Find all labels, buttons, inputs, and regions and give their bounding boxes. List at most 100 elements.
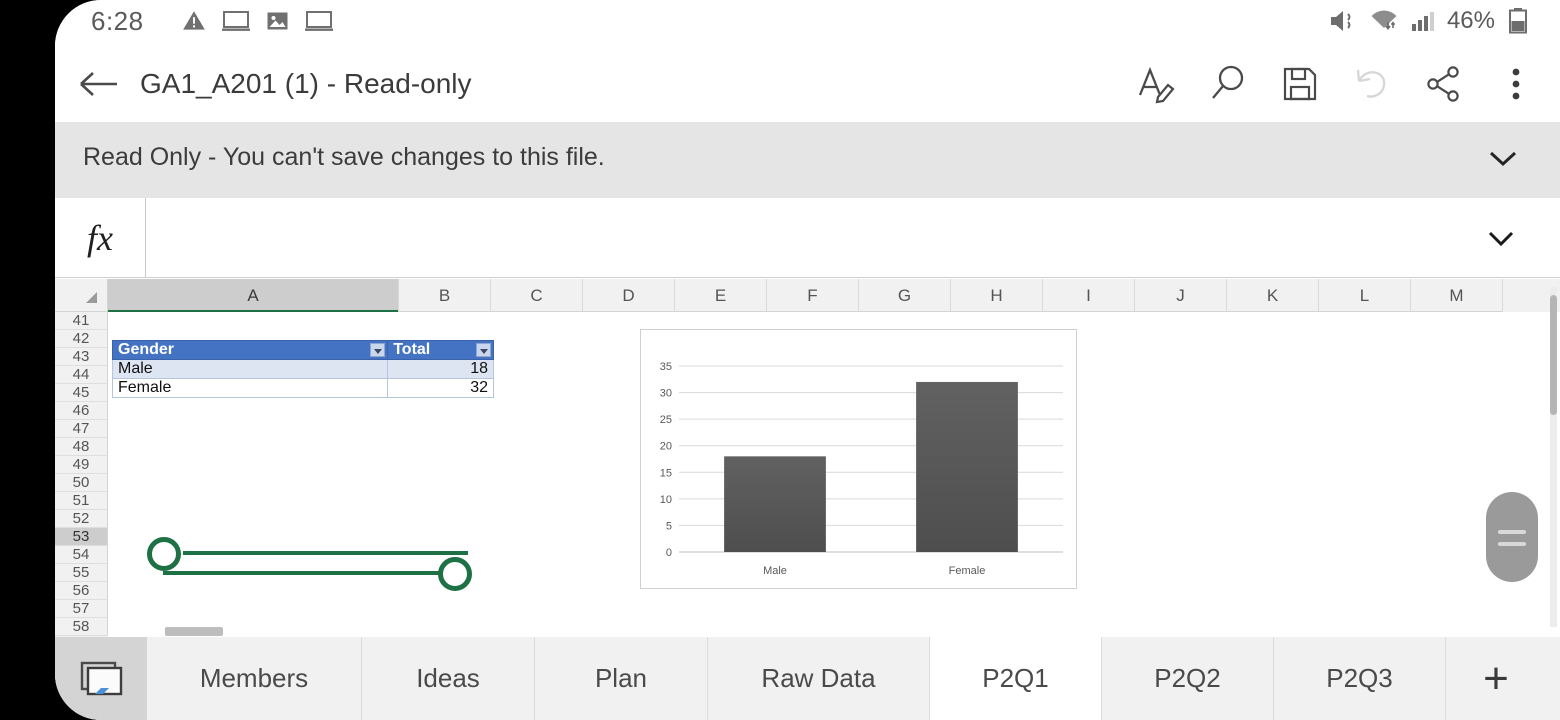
selection-handle-start[interactable]: [147, 537, 181, 571]
column-header-k[interactable]: K: [1227, 279, 1319, 312]
formula-input[interactable]: [147, 198, 1560, 277]
chart-y-tick-label: 10: [660, 494, 672, 506]
row-header-58[interactable]: 58: [55, 618, 108, 636]
sheets-list-button[interactable]: [55, 637, 147, 720]
row-header-46[interactable]: 46: [55, 402, 108, 420]
row-header-51[interactable]: 51: [55, 492, 108, 510]
spreadsheet-grid[interactable]: ABCDEFGHIJKLM 41 42 43 44 45 46 47 48 49 50 51 52 53…: [55, 279, 1560, 637]
row-header-49[interactable]: 49: [55, 456, 108, 474]
sheet-tab-ideas[interactable]: Ideas: [362, 637, 535, 720]
add-sheet-button[interactable]: +: [1446, 637, 1546, 720]
sheet-tab-members[interactable]: Members: [147, 637, 362, 720]
row-header-45[interactable]: 45: [55, 384, 108, 402]
row-header-52[interactable]: 52: [55, 510, 108, 528]
column-header-f[interactable]: F: [767, 279, 859, 312]
cellular-signal-icon: [1411, 12, 1434, 31]
column-header-b[interactable]: B: [399, 279, 491, 312]
page-title: GA1_A201 (1) - Read-only: [140, 68, 472, 99]
pivot-cell-label: Male: [111, 359, 389, 379]
formula-bar: fx: [55, 198, 1560, 278]
filter-dropdown-icon[interactable]: [476, 343, 491, 357]
drag-handle-pill[interactable]: [1486, 492, 1538, 582]
fx-icon[interactable]: fx: [55, 198, 146, 277]
back-arrow-icon[interactable]: [77, 64, 121, 104]
pivot-header-gender[interactable]: Gender: [111, 340, 389, 360]
vertical-scrollbar[interactable]: [1550, 287, 1557, 627]
status-right-icons: 46%: [1328, 7, 1528, 35]
pivot-cell-label: Female: [111, 378, 389, 398]
grid-cells[interactable]: Gender Total Male 18 Female 32 0 5 10 15…: [108, 312, 1560, 637]
row-header-55[interactable]: 55: [55, 564, 108, 582]
sheet-tab-p2q3[interactable]: P2Q3: [1274, 637, 1446, 720]
column-header-l[interactable]: L: [1319, 279, 1411, 312]
chart-y-tick-label: 25: [660, 414, 672, 426]
chevron-down-icon[interactable]: [1486, 146, 1520, 170]
save-button[interactable]: [1274, 60, 1326, 108]
save-floppy-icon: [1283, 67, 1317, 101]
status-clock: 6:28: [91, 6, 144, 36]
sheet-tab-bar: Members Ideas Plan Raw Data P2Q1 P2Q2 P2Q3 +: [55, 637, 1560, 720]
sheet-tab-p2q2[interactable]: P2Q2: [1102, 637, 1274, 720]
pen-annotate-icon: [1138, 66, 1175, 104]
drag-handle-line: [1498, 542, 1526, 546]
table-row[interactable]: Female 32: [111, 378, 494, 398]
chart-y-tick-label: 0: [666, 547, 672, 559]
row-header-56[interactable]: 56: [55, 582, 108, 600]
horizontal-scrollbar[interactable]: [165, 627, 223, 636]
row-header-54[interactable]: 54: [55, 546, 108, 564]
row-header-57[interactable]: 57: [55, 600, 108, 618]
status-left-icons: [180, 8, 334, 34]
column-header-c[interactable]: C: [491, 279, 583, 312]
battery-icon: [1509, 8, 1527, 34]
pivot-header-gender-label: Gender: [118, 341, 175, 358]
row-headers: 41 42 43 44 45 46 47 48 49 50 51 52 53 54 55 56 57 58: [55, 312, 108, 637]
share-button[interactable]: [1418, 60, 1470, 108]
row-header-41[interactable]: 41: [55, 312, 108, 330]
chart-y-tick-label: 30: [660, 388, 672, 400]
filter-dropdown-icon[interactable]: [370, 343, 386, 357]
search-icon: [1212, 65, 1244, 99]
pivot-cell-total: 18: [387, 359, 494, 379]
selection-handle-end[interactable]: [438, 557, 472, 591]
chart-bar-male[interactable]: [724, 456, 826, 552]
bar-chart[interactable]: 0 5 10 15 20 25 30 35 Male Female: [640, 329, 1077, 589]
share-icon: [1427, 66, 1459, 102]
title-bar-actions: [1130, 60, 1542, 108]
column-header-h[interactable]: H: [951, 279, 1043, 312]
column-header-a[interactable]: A: [108, 279, 399, 315]
select-all-corner[interactable]: [55, 279, 108, 312]
pivot-table[interactable]: Gender Total Male 18 Female 32: [111, 340, 494, 398]
status-bar: 6:28 46%: [55, 0, 1560, 46]
chart-x-tick-label: Male: [763, 565, 787, 577]
chart-bar-female[interactable]: [916, 381, 1018, 552]
column-header-g[interactable]: G: [859, 279, 951, 312]
column-header-i[interactable]: I: [1043, 279, 1135, 312]
row-header-47[interactable]: 47: [55, 420, 108, 438]
row-header-48[interactable]: 48: [55, 438, 108, 456]
row-header-53[interactable]: 53: [55, 528, 108, 546]
read-only-banner[interactable]: Read Only - You can't save changes to th…: [55, 122, 1560, 198]
sheet-tab-plan[interactable]: Plan: [535, 637, 708, 720]
sheet-tab-p2q1[interactable]: P2Q1: [930, 637, 1102, 720]
battery-percent-label: 46%: [1446, 7, 1495, 34]
row-header-42[interactable]: 42: [55, 330, 108, 348]
column-header-m[interactable]: M: [1411, 279, 1503, 312]
chevron-down-icon[interactable]: [1484, 228, 1518, 250]
table-row[interactable]: Male 18: [111, 359, 494, 379]
row-header-43[interactable]: 43: [55, 348, 108, 366]
annotate-button[interactable]: [1130, 60, 1182, 108]
more-options-button[interactable]: [1490, 60, 1542, 108]
undo-button[interactable]: [1346, 60, 1398, 108]
undo-icon: [1356, 69, 1386, 98]
vertical-scrollbar-thumb[interactable]: [1550, 295, 1557, 415]
pivot-header-total[interactable]: Total: [387, 340, 494, 360]
sheet-tab-raw-data[interactable]: Raw Data: [708, 637, 930, 720]
row-header-44[interactable]: 44: [55, 366, 108, 384]
column-header-j[interactable]: J: [1135, 279, 1227, 312]
row-header-50[interactable]: 50: [55, 474, 108, 492]
column-header-d[interactable]: D: [583, 279, 675, 312]
chart-x-tick-label: Female: [949, 565, 986, 577]
title-bar: GA1_A201 (1) - Read-only: [55, 46, 1560, 122]
search-button[interactable]: [1202, 60, 1254, 108]
column-header-e[interactable]: E: [675, 279, 767, 312]
